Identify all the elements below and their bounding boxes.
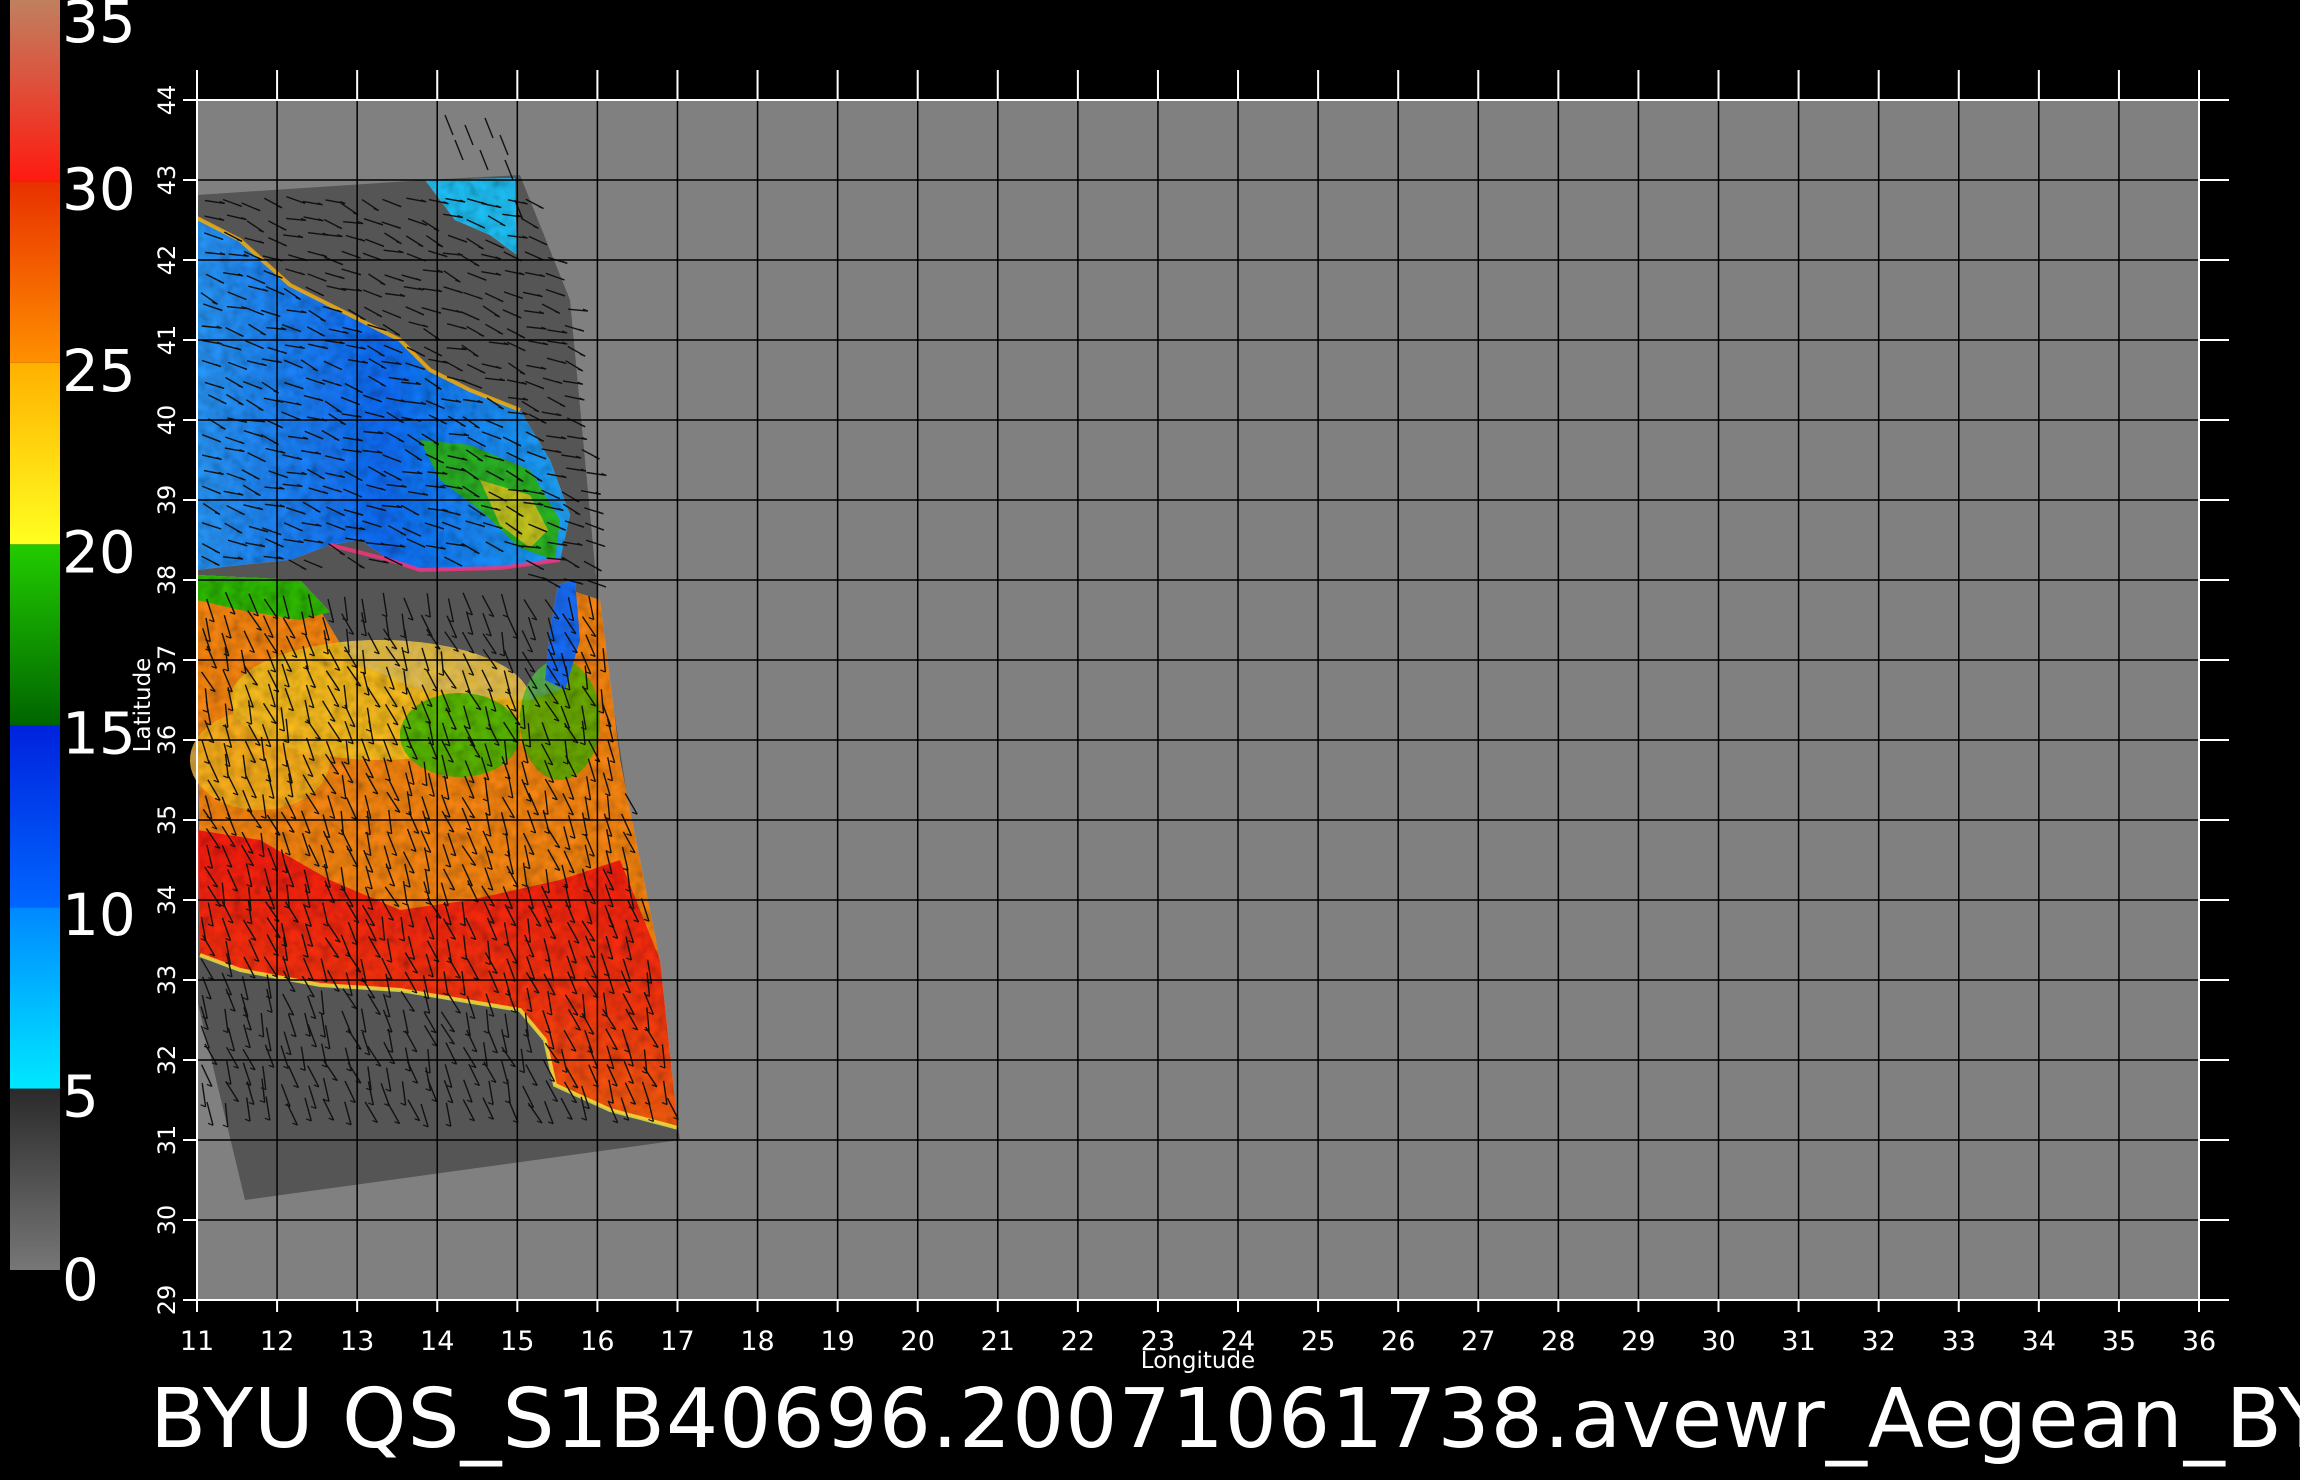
y-tick-label: 37	[153, 645, 181, 676]
y-tick-label: 40	[153, 405, 181, 436]
wind-patch-yellow-2	[190, 710, 330, 810]
y-tick-label: 29	[153, 1285, 181, 1316]
y-tick-label: 30	[153, 1205, 181, 1236]
x-tick-label: 21	[981, 1326, 1015, 1357]
y-tick-label: 43	[153, 165, 181, 196]
x-tick-label: 14	[420, 1326, 454, 1357]
x-tick-label: 29	[1621, 1326, 1655, 1357]
colorbar-tick-label: 30	[62, 155, 136, 223]
x-tick-label: 30	[1701, 1326, 1735, 1357]
x-tick-label: 31	[1781, 1326, 1815, 1357]
x-tick-label: 16	[580, 1326, 614, 1357]
y-tick-label: 41	[153, 325, 181, 356]
colorbar-band	[10, 0, 60, 182]
wind-speed-map: 0 5 10 15 20 25 30 35 11 12 13 14 15 16 17 18 19 20 21 22 2…	[10, 0, 2229, 1374]
y-tick-label: 36	[153, 725, 181, 756]
colorbar-tick-label: 20	[62, 518, 136, 586]
colorbar-labels: 0 5 10 15 20 25 30 35	[62, 0, 136, 1314]
colorbar-tick-label: 35	[62, 0, 136, 56]
colorbar-band	[10, 725, 60, 908]
colorbar-band	[10, 907, 60, 1089]
x-tick-label: 32	[1862, 1326, 1896, 1357]
y-tick-label: 44	[153, 85, 181, 116]
x-tick-label: 27	[1461, 1326, 1495, 1357]
colorbar-band	[10, 181, 60, 363]
colorbar-band	[10, 362, 60, 545]
x-tick-label: 34	[2022, 1326, 2056, 1357]
x-tick-label: 17	[660, 1326, 694, 1357]
x-tick-label: 13	[340, 1326, 374, 1357]
colorbar-band	[10, 544, 60, 726]
colorbar-band	[10, 1088, 60, 1270]
x-tick-label: 26	[1381, 1326, 1415, 1357]
y-tick-label: 33	[153, 965, 181, 996]
x-tick-label: 18	[740, 1326, 774, 1357]
colorbar-tick-label: 0	[62, 1246, 99, 1314]
y-tick-label: 32	[153, 1045, 181, 1076]
x-tick-label: 20	[901, 1326, 935, 1357]
x-tick-label: 28	[1541, 1326, 1575, 1357]
x-tick-label: 22	[1061, 1326, 1095, 1357]
colorbar-tick-label: 10	[62, 881, 136, 949]
x-tick-label: 33	[1942, 1326, 1976, 1357]
x-tick-label: 36	[2182, 1326, 2216, 1357]
x-tick-label: 12	[260, 1326, 294, 1357]
colorbar-tick-label: 25	[62, 337, 136, 405]
colorbar-tick-label: 15	[62, 700, 136, 768]
x-tick-label: 19	[820, 1326, 854, 1357]
colorbar	[10, 0, 60, 1270]
y-tick-label: 35	[153, 805, 181, 836]
x-tick-label: 15	[500, 1326, 534, 1357]
y-axis-label: Latitude	[130, 658, 156, 753]
plot-title: BYU QS_S1B40696.20071061738.avewr_Aegean…	[150, 1372, 2300, 1467]
x-tick-label: 25	[1301, 1326, 1335, 1357]
y-tick-label: 42	[153, 245, 181, 276]
y-tick-label: 38	[153, 565, 181, 596]
x-tick-label: 35	[2102, 1326, 2136, 1357]
y-tick-labels: 29 30 31 32 33 34 35 36 37 38 39 40 41 42 43 44	[153, 85, 181, 1316]
wind-patch-green	[400, 693, 520, 777]
x-tick-label: 11	[180, 1326, 214, 1357]
y-tick-label: 31	[153, 1125, 181, 1156]
y-tick-label: 34	[153, 885, 181, 916]
y-tick-label: 39	[153, 485, 181, 516]
colorbar-tick-label: 5	[62, 1063, 99, 1131]
